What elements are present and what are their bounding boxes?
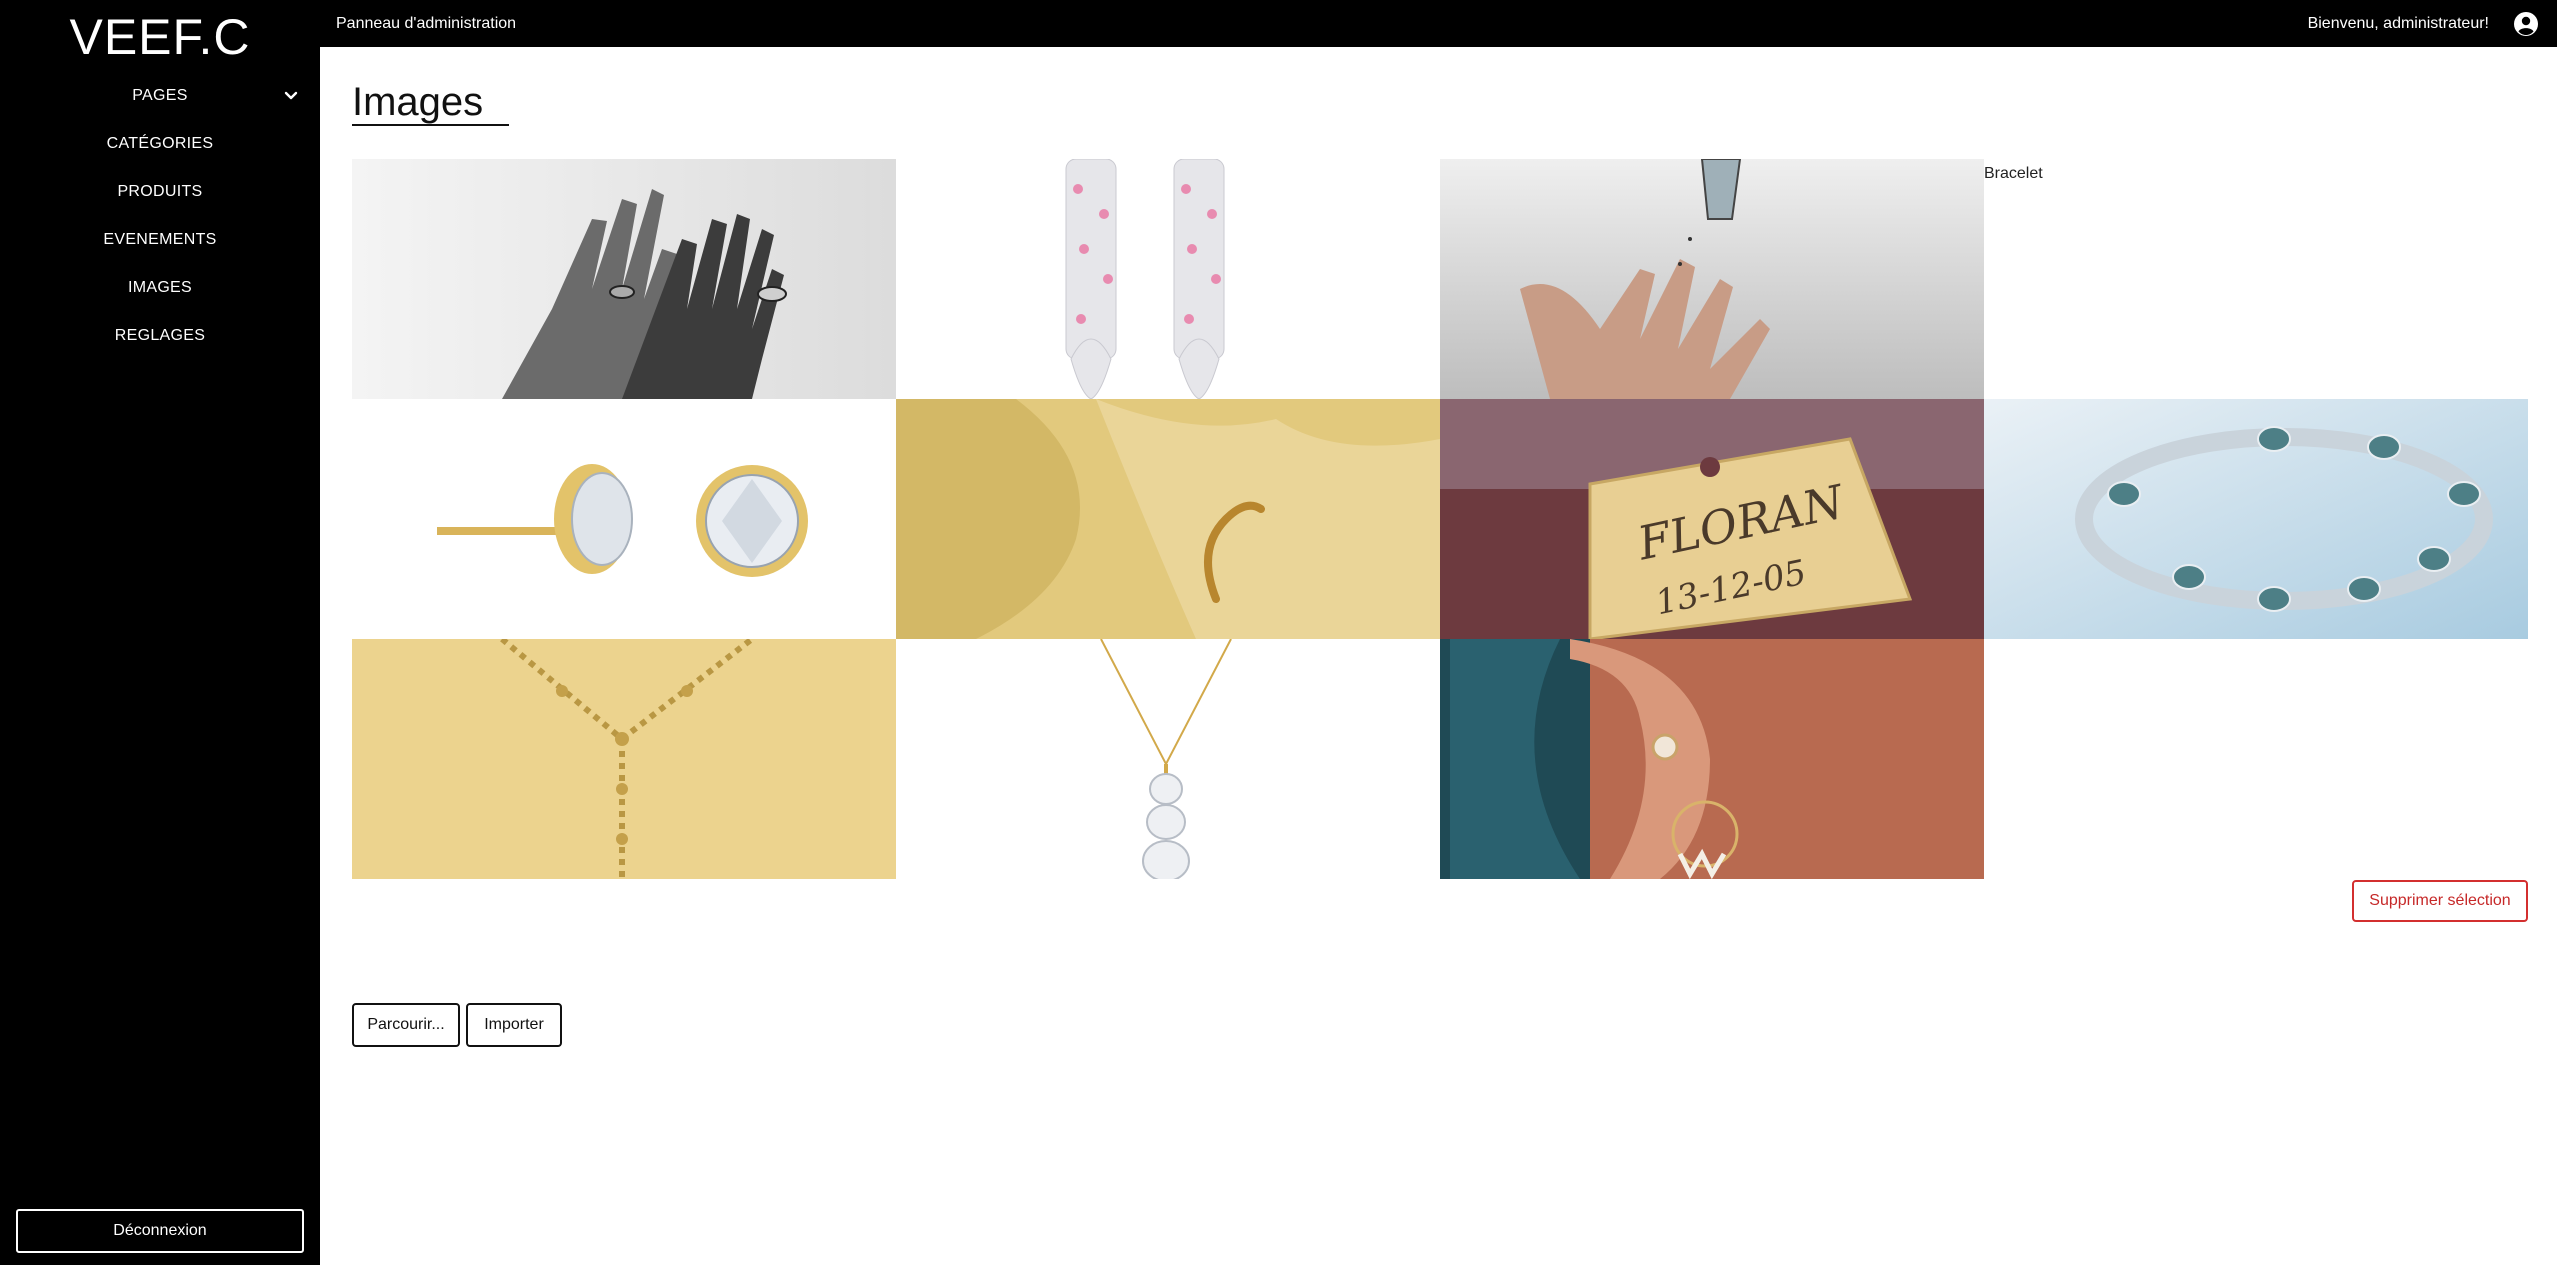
sidebar-item-label: PAGES bbox=[132, 87, 188, 104]
browse-button[interactable]: Parcourir... bbox=[352, 1003, 460, 1047]
image-tile-pendant-necklace[interactable] bbox=[896, 639, 1440, 879]
gold-necklace-image bbox=[352, 639, 896, 879]
sidebar-item-events[interactable]: EVENEMENTS bbox=[0, 220, 320, 268]
sidebar-item-products[interactable]: PRODUITS bbox=[0, 172, 320, 220]
logo[interactable]: VEEF.C bbox=[0, 8, 320, 66]
image-tile-gold-ring-cloth[interactable] bbox=[896, 399, 1440, 639]
engraved-tag-image: FLORAN 13-12-05 bbox=[1440, 399, 1984, 639]
sidebar-item-label: IMAGES bbox=[127, 279, 193, 296]
image-tile-hands-rings[interactable] bbox=[352, 159, 896, 399]
gold-ring-on-cloth-image bbox=[896, 399, 1440, 639]
image-tile-diamond-earrings[interactable] bbox=[896, 159, 1440, 399]
title-underline bbox=[352, 124, 509, 126]
sidebar-item-pages[interactable]: PAGES bbox=[0, 76, 320, 124]
import-button[interactable]: Importer bbox=[466, 1003, 562, 1047]
sidebar-item-categories[interactable]: CATÉGORIES bbox=[0, 124, 320, 172]
image-tile-engraved-tag[interactable]: FLORAN 13-12-05 bbox=[1440, 399, 1984, 639]
sidebar-item-label: EVENEMENTS bbox=[103, 231, 217, 248]
ear-with-earrings-image bbox=[1440, 639, 1984, 879]
logout-button[interactable]: Déconnexion bbox=[16, 1209, 304, 1253]
image-tile-ear-earrings[interactable] bbox=[1440, 639, 1984, 879]
sidebar-item-label: PRODUITS bbox=[117, 183, 203, 200]
welcome-message: Bienvenu, administrateur! bbox=[2307, 15, 2489, 32]
image-tile-bracelet-broken[interactable]: Bracelet bbox=[1984, 159, 2528, 399]
pendant-necklace-image bbox=[896, 639, 1440, 879]
top-bar: Panneau d'administration Bienvenu, admin… bbox=[320, 0, 2557, 47]
sidebar-item-label: REGLAGES bbox=[114, 327, 206, 344]
sidebar-item-images[interactable]: IMAGES bbox=[0, 268, 320, 316]
hand-with-diamond-image bbox=[1440, 159, 1984, 399]
admin-panel-title: Panneau d'administration bbox=[336, 15, 517, 32]
sidebar-item-label: CATÉGORIES bbox=[106, 135, 214, 152]
page-title: Images bbox=[352, 80, 484, 124]
user-account-icon[interactable] bbox=[2513, 11, 2539, 37]
gold-stud-earrings-image bbox=[352, 399, 896, 639]
sidebar-nav: PAGES CATÉGORIES PRODUITS EVENEMENTS IMA… bbox=[0, 76, 320, 364]
chevron-down-icon[interactable] bbox=[274, 78, 308, 114]
sidebar-item-settings[interactable]: REGLAGES bbox=[0, 316, 320, 364]
sidebar: VEEF.C PAGES CATÉGORIES PRODUITS EVENEME… bbox=[0, 0, 320, 1265]
diamond-bracelet-image bbox=[1984, 399, 2528, 639]
image-tile-gold-necklace[interactable] bbox=[352, 639, 896, 879]
image-tile-hand-diamond[interactable] bbox=[1440, 159, 1984, 399]
diamond-earrings-image bbox=[896, 159, 1440, 399]
delete-selection-button[interactable]: Supprimer sélection bbox=[2352, 880, 2528, 922]
broken-image-alt-text: Bracelet bbox=[1984, 165, 2043, 182]
image-tile-diamond-bracelet[interactable] bbox=[1984, 399, 2528, 639]
image-gallery: Bracelet FLORAN 13-12-05 bbox=[352, 159, 2528, 879]
hands-with-rings-image bbox=[352, 159, 896, 399]
image-tile-gold-studs[interactable] bbox=[352, 399, 896, 639]
